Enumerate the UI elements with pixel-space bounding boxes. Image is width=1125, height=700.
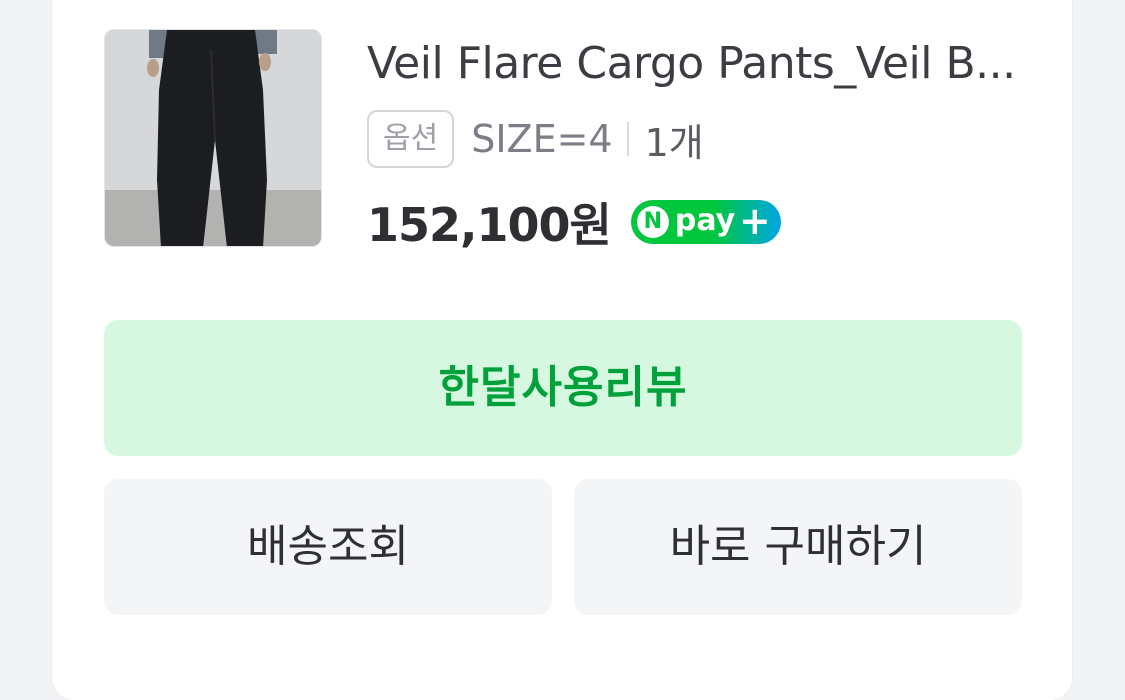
npay-label: pay [674,203,736,238]
product-image [105,30,321,246]
option-badge: 옵션 [367,110,455,168]
option-value: SIZE=4 [471,117,613,161]
review-button[interactable]: 한달사용리뷰 [104,320,1022,456]
price: 152,100원 [367,198,612,252]
quantity: 1개 [644,120,704,165]
price-row: 152,100원 N pay + [367,190,781,254]
divider [626,122,629,156]
product-title[interactable]: Veil Flare Cargo Pants_Veil B... [367,36,1027,92]
plus-icon: + [738,199,771,243]
npay-plus-badge: N pay + [630,199,781,244]
npay-n-icon: N [636,206,669,238]
product-thumbnail[interactable] [104,29,322,247]
option-row: 옵션 SIZE=4 1개 [367,110,704,168]
buy-now-button[interactable]: 바로 구매하기 [574,479,1022,615]
track-delivery-button[interactable]: 배송조회 [104,479,552,615]
